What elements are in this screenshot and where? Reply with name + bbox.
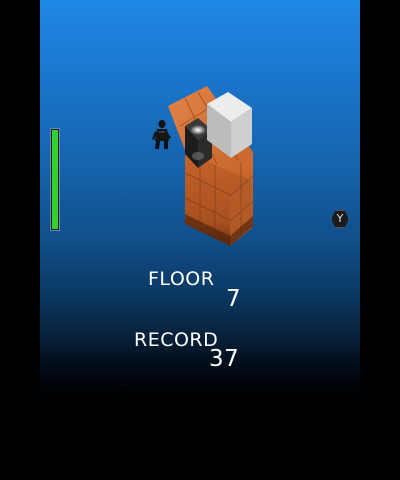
health-bar <box>50 128 60 231</box>
game-viewport[interactable]: Y FLOOR 7 RECORD 37 <box>40 0 360 480</box>
floor-value: 7 <box>226 286 242 312</box>
health-bar-fill <box>52 130 58 229</box>
floor-label: FLOOR <box>148 268 215 290</box>
player-character <box>152 120 171 149</box>
block-tower-scene <box>152 86 254 246</box>
record-label: RECORD <box>134 329 219 351</box>
record-value: 37 <box>209 346 240 372</box>
